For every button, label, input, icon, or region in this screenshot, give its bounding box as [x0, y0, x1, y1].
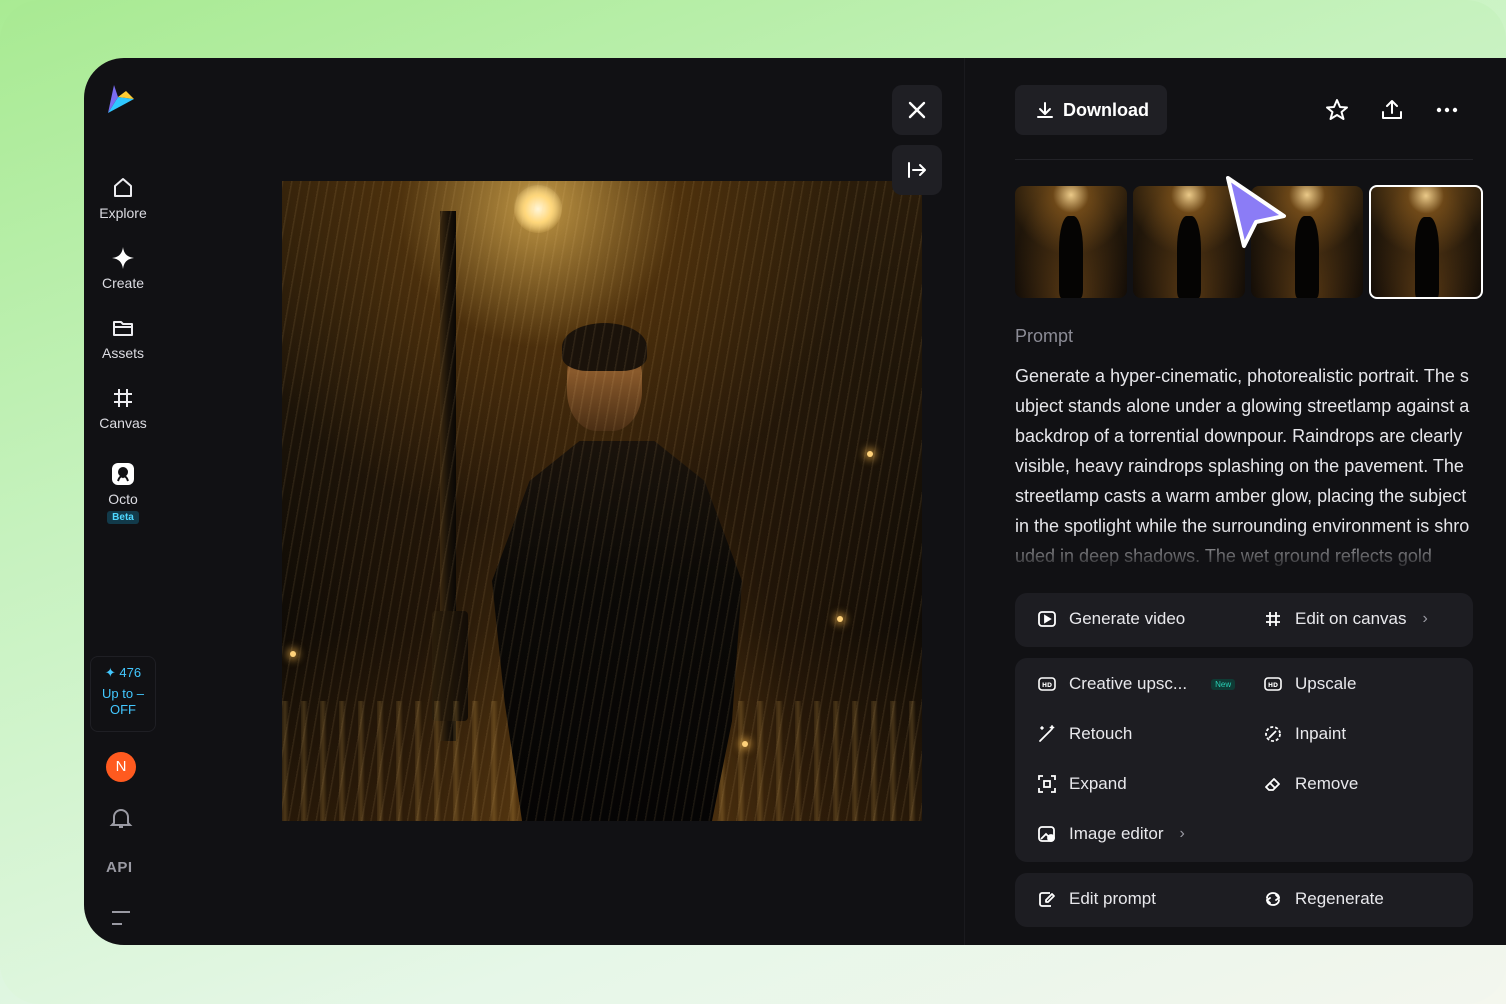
- beta-badge: Beta: [107, 511, 139, 524]
- sidebar-item-canvas[interactable]: Canvas: [84, 385, 162, 431]
- sidebar: Explore Create Assets Canvas Octo Beta ✦…: [84, 58, 162, 945]
- close-button[interactable]: [892, 85, 942, 135]
- edit-on-canvas-label: Edit on canvas: [1295, 609, 1407, 628]
- creative-upscale-label: Creative upsc...: [1069, 674, 1188, 693]
- expand-label: Expand: [1069, 774, 1127, 793]
- credit-count: 476: [119, 665, 142, 680]
- action-group-prompt: Edit prompt Regenerate: [1015, 873, 1473, 927]
- panel-divider: [964, 58, 965, 945]
- app-window: Explore Create Assets Canvas Octo Beta ✦…: [84, 58, 1506, 945]
- bell-icon[interactable]: [108, 805, 134, 831]
- star-icon: [1326, 99, 1348, 120]
- sidebar-item-octo[interactable]: Octo Beta: [84, 461, 162, 524]
- sidebar-item-explore[interactable]: Explore: [84, 175, 162, 221]
- creative-upscale-button[interactable]: HD Creative upsc... New: [1037, 674, 1236, 694]
- new-badge: New: [1211, 678, 1236, 690]
- thumbnail[interactable]: [1015, 186, 1127, 298]
- hd-sparkle-icon: HD: [1038, 677, 1056, 691]
- image-edit-icon: [1038, 826, 1055, 842]
- share-button[interactable]: [1376, 94, 1408, 126]
- app-logo-icon[interactable]: [104, 83, 140, 119]
- api-link[interactable]: API: [106, 859, 133, 876]
- octo-icon: [112, 463, 134, 485]
- edit-prompt-label: Edit prompt: [1069, 889, 1156, 908]
- image-editor-button[interactable]: Image editor ›: [1037, 824, 1185, 844]
- frame-icon: [1266, 612, 1280, 626]
- prompt-label: Prompt: [1015, 326, 1074, 346]
- more-dots-icon: [1436, 107, 1458, 113]
- sidebar-item-create[interactable]: Create: [84, 245, 162, 291]
- edit-on-canvas-button[interactable]: Edit on canvas ›: [1263, 609, 1428, 629]
- sparkle-icon: ✦: [104, 665, 116, 680]
- sidebar-item-assets[interactable]: Assets: [84, 315, 162, 361]
- download-icon: [1037, 102, 1053, 118]
- sparkle-icon: [112, 247, 134, 269]
- sidebar-item-label: Assets: [101, 345, 144, 361]
- promo-line-2: OFF: [110, 702, 136, 717]
- remove-label: Remove: [1295, 774, 1359, 793]
- action-group-primary: Generate video Edit on canvas ›: [1015, 593, 1473, 647]
- upscale-button[interactable]: HD Upscale: [1263, 674, 1356, 694]
- menu-icon[interactable]: [110, 909, 132, 927]
- hd-icon: HD: [1264, 677, 1282, 691]
- frame-icon: [114, 389, 132, 407]
- generate-video-label: Generate video: [1069, 609, 1186, 628]
- thumbnail-selected[interactable]: [1369, 185, 1483, 299]
- sidebar-item-label: Canvas: [99, 415, 147, 431]
- collapse-panel-button[interactable]: [892, 145, 942, 195]
- arrow-right-bar-icon: [908, 162, 926, 178]
- download-button[interactable]: Download: [1015, 85, 1167, 135]
- main-image: [282, 181, 922, 821]
- more-button[interactable]: [1431, 94, 1463, 126]
- remove-button[interactable]: Remove: [1263, 774, 1358, 794]
- credits-widget[interactable]: ✦ 476 Up to – OFF: [90, 656, 156, 732]
- share-icon: [1382, 100, 1402, 119]
- refresh-icon: [1266, 892, 1280, 906]
- retouch-button[interactable]: Retouch: [1037, 724, 1132, 744]
- prompt-fade: [1015, 528, 1475, 573]
- edit-icon: [1039, 892, 1055, 907]
- chevron-right-icon: ›: [1179, 825, 1185, 842]
- regenerate-label: Regenerate: [1295, 889, 1384, 908]
- regenerate-button[interactable]: Regenerate: [1263, 889, 1384, 909]
- upscale-label: Upscale: [1295, 674, 1357, 693]
- eraser-icon: [1265, 778, 1280, 791]
- edit-prompt-button[interactable]: Edit prompt: [1037, 889, 1156, 909]
- chevron-right-icon: ›: [1422, 610, 1428, 627]
- inpaint-icon: [1265, 726, 1281, 742]
- avatar[interactable]: N: [106, 752, 136, 782]
- sidebar-item-label: Octo: [108, 491, 138, 507]
- close-icon: [908, 101, 926, 119]
- promo-line-1: Up to –: [102, 686, 144, 701]
- sidebar-item-label: Explore: [99, 205, 147, 221]
- action-group-tools: HD Creative upsc... New HD Upscale Retou…: [1015, 658, 1473, 862]
- folder-icon: [113, 321, 133, 336]
- inpaint-label: Inpaint: [1295, 724, 1347, 743]
- download-label: Download: [1063, 99, 1149, 120]
- retouch-label: Retouch: [1069, 724, 1133, 743]
- background-frame: Explore Create Assets Canvas Octo Beta ✦…: [0, 0, 1506, 1004]
- magic-wand-icon: [1039, 725, 1055, 742]
- header-divider: [1015, 159, 1473, 160]
- expand-icon: [1038, 775, 1056, 793]
- mouse-cursor-icon: [1226, 176, 1286, 248]
- home-icon: [114, 178, 132, 197]
- expand-button[interactable]: Expand: [1037, 774, 1127, 794]
- svg-text:HD: HD: [1268, 682, 1278, 689]
- inpaint-button[interactable]: Inpaint: [1263, 724, 1346, 744]
- video-play-icon: [1038, 611, 1056, 627]
- image-editor-label: Image editor: [1069, 824, 1164, 843]
- generate-video-button[interactable]: Generate video: [1037, 609, 1185, 629]
- rain-overlay: [282, 181, 922, 821]
- sidebar-item-label: Create: [101, 275, 145, 291]
- svg-text:HD: HD: [1042, 682, 1052, 689]
- favorite-button[interactable]: [1321, 94, 1353, 126]
